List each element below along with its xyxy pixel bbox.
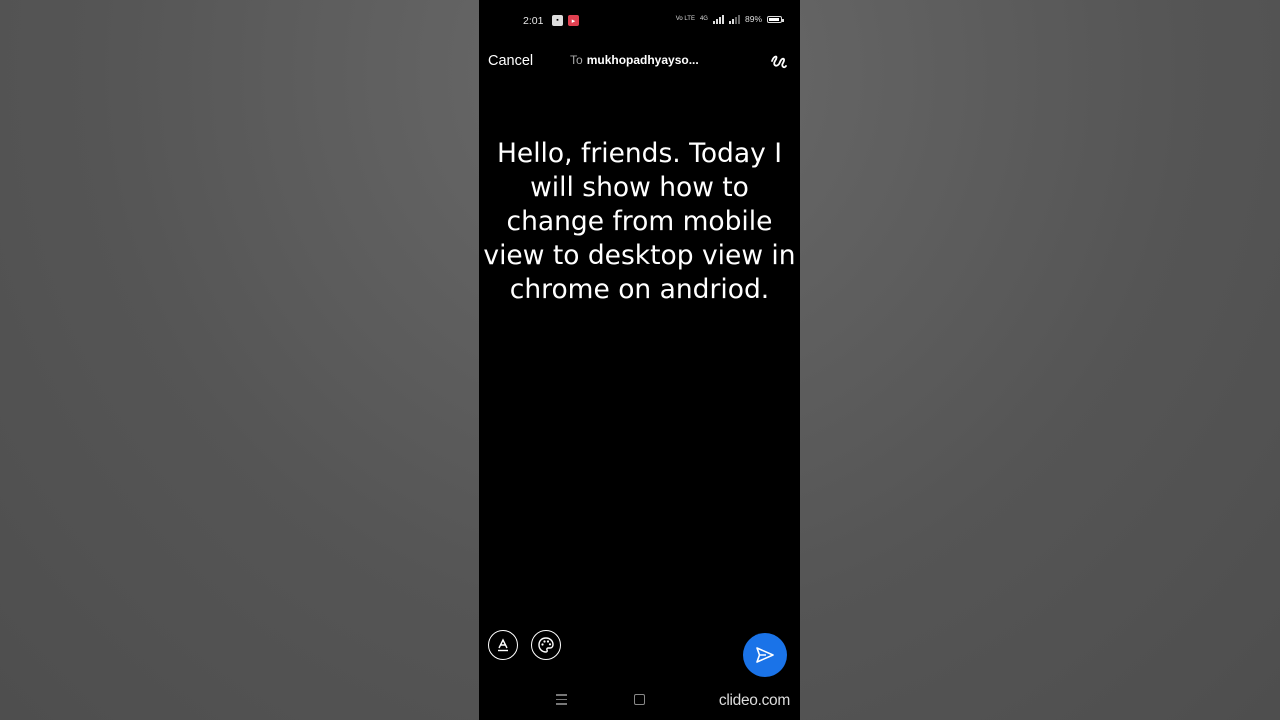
- cancel-button[interactable]: Cancel: [488, 53, 533, 69]
- color-button[interactable]: [531, 630, 561, 660]
- palette-icon: [538, 637, 554, 653]
- battery-icon: [767, 15, 784, 23]
- video-app-icon: ▸: [568, 15, 579, 26]
- squiggle-draw-icon[interactable]: [769, 52, 789, 72]
- volte-icon: Vo LTE: [675, 16, 695, 22]
- battery-percent: 89%: [744, 14, 762, 24]
- home-icon[interactable]: [634, 694, 645, 705]
- network-type-label: 4G: [699, 16, 708, 22]
- status-time: 2:01: [523, 15, 544, 27]
- signal-icon: [712, 14, 724, 24]
- send-button[interactable]: [743, 633, 787, 677]
- phone-screen: 2:01 ▪ ▸ Vo LTE 4G 89% Cancel To mukhopad…: [479, 0, 800, 720]
- to-label: To: [570, 53, 583, 67]
- recipient-field[interactable]: To mukhopadhyayso...: [570, 53, 699, 67]
- navigation-bar: clideo.com: [479, 688, 800, 716]
- send-icon: [756, 647, 774, 663]
- message-text[interactable]: Hello, friends. Today I will show how to…: [479, 137, 800, 307]
- menu-icon[interactable]: [556, 694, 567, 705]
- system-icons: Vo LTE 4G 89%: [675, 14, 784, 24]
- signal-icon-2: [728, 14, 740, 24]
- status-bar: 2:01 ▪ ▸ Vo LTE 4G 89%: [479, 0, 800, 42]
- compose-header: Cancel To mukhopadhyayso...: [479, 46, 800, 78]
- text-format-icon: [498, 638, 508, 652]
- recipient-name: mukhopadhyayso...: [586, 53, 699, 67]
- text-style-button[interactable]: [488, 630, 518, 660]
- watermark: clideo.com: [718, 692, 790, 709]
- chat-app-icon: ▪: [552, 15, 563, 26]
